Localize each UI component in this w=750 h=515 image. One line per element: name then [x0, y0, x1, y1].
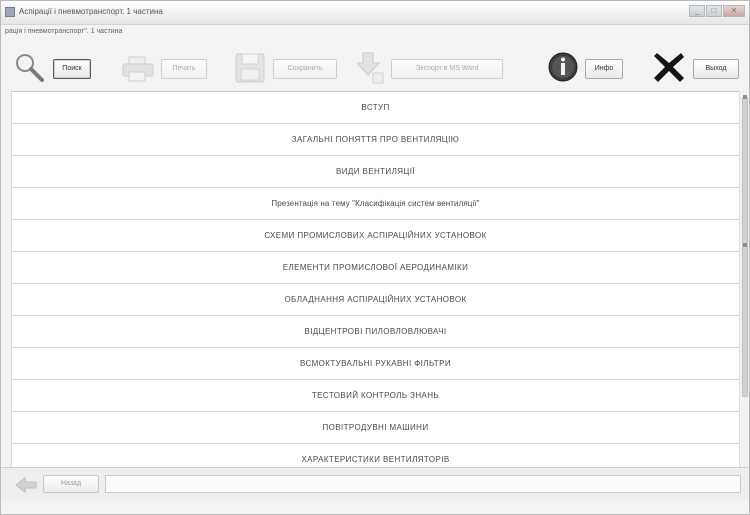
window-subtitle: рація і пневмотранспорт". 1 частина	[5, 28, 123, 35]
app-icon	[5, 7, 15, 17]
list-item[interactable]: ОБЛАДНАННЯ АСПІРАЦІЙНИХ УСТАНОВОК	[12, 284, 739, 316]
list-item[interactable]: ВСТУП	[12, 92, 739, 124]
sections-list: ВСТУП ЗАГАЛЬНІ ПОНЯТТЯ ПРО ВЕНТИЛЯЦІЮ ВИ…	[11, 91, 739, 476]
list-item[interactable]: Презентація на тему "Класифікація систем…	[12, 188, 739, 220]
scroll-up-marker	[743, 95, 747, 99]
list-item[interactable]: ПОВІТРОДУВНІ МАШИНИ	[12, 412, 739, 444]
title-bar: Аспірації і пневмотранспорт. 1 частина _…	[1, 1, 749, 25]
maximize-button[interactable]: □	[706, 5, 722, 17]
floppy-disk-icon[interactable]	[233, 51, 267, 85]
export-arrow-icon[interactable]	[357, 51, 385, 85]
back-button[interactable]: Назад	[43, 475, 99, 493]
print-button[interactable]: Печать	[161, 59, 207, 79]
list-item[interactable]: ВІДЦЕНТРОВІ ПИЛОВЛОВЛЮВАЧІ	[12, 316, 739, 348]
bottom-bar: Назад	[1, 467, 749, 501]
minimize-button[interactable]: _	[689, 5, 705, 17]
list-item[interactable]: ТЕСТОВИЙ КОНТРОЛЬ ЗНАНЬ	[12, 380, 739, 412]
magnifier-icon[interactable]	[13, 51, 45, 83]
printer-icon[interactable]	[121, 55, 155, 83]
back-arrow-icon[interactable]	[15, 477, 37, 493]
list-item[interactable]: ЗАГАЛЬНІ ПОНЯТТЯ ПРО ВЕНТИЛЯЦІЮ	[12, 124, 739, 156]
info-icon[interactable]	[547, 51, 579, 83]
list-item[interactable]: ВИДИ ВЕНТИЛЯЦІЇ	[12, 156, 739, 188]
scroll-thumb[interactable]	[742, 97, 748, 397]
status-field	[105, 475, 741, 493]
window-title: Аспірації і пневмотранспорт. 1 частина	[19, 7, 163, 16]
scroll-grip-marker	[743, 243, 747, 247]
list-item[interactable]: СХЕМИ ПРОМИСЛОВИХ АСПІРАЦІЙНИХ УСТАНОВОК	[12, 220, 739, 252]
save-button[interactable]: Сохранить	[273, 59, 337, 79]
search-button[interactable]: Поиск	[53, 59, 91, 79]
close-button[interactable]: ✕	[723, 5, 745, 17]
x-exit-icon[interactable]	[651, 49, 687, 85]
vertical-scrollbar[interactable]	[739, 91, 749, 467]
list-item[interactable]: ВСМОКТУВАЛЬНІ РУКАВНІ ФІЛЬТРИ	[12, 348, 739, 380]
export-word-button[interactable]: Экспорт в MS Word	[391, 59, 503, 79]
toolbar: Поиск Печать Сохранить Экспорт в MS Word	[9, 43, 743, 91]
application-window: Аспірації і пневмотранспорт. 1 частина _…	[0, 0, 750, 515]
info-button[interactable]: Инфо	[585, 59, 623, 79]
window-controls: _ □ ✕	[689, 5, 745, 17]
exit-button[interactable]: Выход	[693, 59, 739, 79]
list-item[interactable]: ЕЛЕМЕНТИ ПРОМИСЛОВОЇ АЕРОДИНАМІКИ	[12, 252, 739, 284]
